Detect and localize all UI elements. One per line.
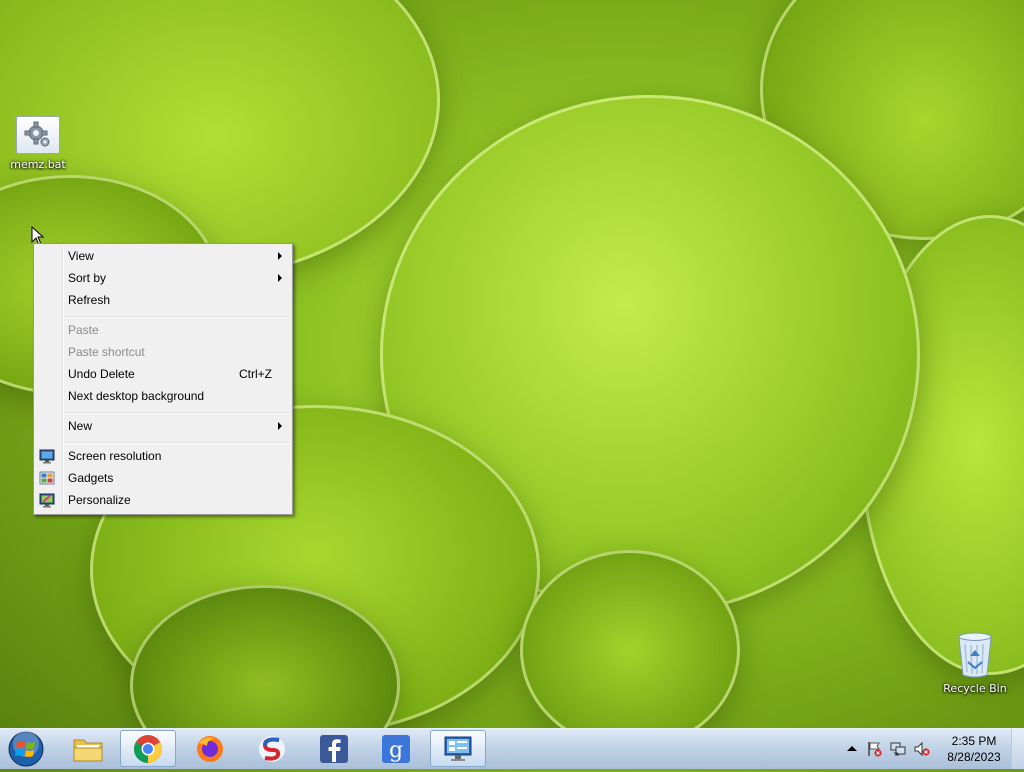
folder-icon — [73, 739, 103, 761]
taskbar-swirl-app[interactable] — [244, 730, 300, 767]
submenu-arrow-icon — [278, 252, 282, 260]
monitor-icon — [39, 449, 55, 464]
menu-item-personalize[interactable]: Personalize — [36, 489, 290, 511]
show-desktop-button[interactable] — [1011, 729, 1024, 769]
menu-item-label: Next desktop background — [68, 389, 205, 403]
taskbar-control-panel[interactable] — [430, 730, 486, 767]
action-center-flag-icon[interactable] — [866, 741, 882, 757]
menu-item-label: Paste shortcut — [68, 345, 145, 359]
menu-item-screen-resolution[interactable]: Screen resolution — [36, 445, 290, 467]
windows-orb-icon — [8, 731, 44, 767]
menu-item-view[interactable]: View — [36, 245, 290, 267]
taskbar: g 2:35 PM 8/28/2023 — [0, 728, 1024, 769]
batch-file-gear-icon — [16, 116, 60, 154]
gadgets-icon — [39, 471, 55, 485]
desktop-icon-memz-bat[interactable]: memz.bat — [3, 116, 73, 171]
start-button[interactable] — [6, 730, 46, 768]
menu-separator — [64, 412, 289, 414]
menu-item-next-desktop-background[interactable]: Next desktop background — [36, 385, 290, 407]
menu-item-label: Sort by — [68, 271, 107, 285]
menu-item-label: Gadgets — [68, 471, 114, 485]
clock-date: 8/28/2023 — [947, 750, 1001, 764]
desktop-icon-label: Recycle Bin — [943, 682, 1007, 695]
submenu-arrow-icon — [278, 422, 282, 430]
control-panel-icon — [444, 736, 472, 761]
personalize-icon — [39, 493, 55, 508]
menu-item-refresh[interactable]: Refresh — [36, 289, 290, 311]
menu-item-label: Paste — [68, 323, 99, 337]
menu-item-gadgets[interactable]: Gadgets — [36, 467, 290, 489]
menu-item-sort-by[interactable]: Sort by — [36, 267, 290, 289]
menu-item-paste-shortcut[interactable]: Paste shortcut — [36, 341, 290, 363]
swirl-s-icon — [259, 735, 285, 762]
clock-time: 2:35 PM — [951, 734, 997, 748]
menu-item-new[interactable]: New — [36, 415, 290, 437]
menu-item-label: View — [68, 249, 94, 263]
menu-item-label: Undo Delete — [68, 367, 135, 381]
menu-item-label: Refresh — [68, 293, 111, 307]
system-clock[interactable]: 2:35 PM 8/28/2023 — [938, 733, 1010, 765]
menu-item-label: New — [68, 419, 93, 433]
menu-item-label: Personalize — [68, 493, 131, 507]
menu-item-paste[interactable]: Paste — [36, 319, 290, 341]
desktop-icon-label: memz.bat — [10, 158, 66, 171]
facebook-icon — [320, 734, 348, 763]
chrome-icon — [134, 734, 162, 763]
taskbar-google-chrome[interactable] — [120, 730, 176, 767]
volume-muted-icon[interactable] — [914, 741, 930, 757]
taskbar-file-explorer[interactable] — [60, 730, 116, 767]
show-hidden-icons-arrow[interactable] — [844, 741, 860, 757]
menu-item-undo-delete[interactable]: Undo Delete Ctrl+Z — [36, 363, 290, 385]
taskbar-facebook[interactable] — [306, 730, 362, 767]
firefox-icon — [197, 735, 223, 762]
svg-text:g: g — [389, 738, 403, 763]
taskbar-google[interactable]: g — [368, 730, 424, 767]
google-g-icon: g — [382, 734, 410, 763]
menu-separator — [64, 316, 289, 318]
desktop[interactable]: memz.bat Recycle Bin View Sort by Refres… — [0, 0, 1024, 728]
menu-item-label: Screen resolution — [68, 449, 162, 463]
menu-separator — [64, 442, 289, 444]
desktop-context-menu: View Sort by Refresh Paste Paste shortcu… — [33, 243, 293, 515]
submenu-arrow-icon — [278, 274, 282, 282]
desktop-icon-recycle-bin[interactable]: Recycle Bin — [940, 632, 1010, 695]
recycle-bin-icon — [957, 632, 993, 678]
taskbar-firefox[interactable] — [182, 730, 238, 767]
menu-item-shortcut: Ctrl+Z — [239, 367, 272, 381]
network-icon[interactable] — [890, 741, 906, 757]
